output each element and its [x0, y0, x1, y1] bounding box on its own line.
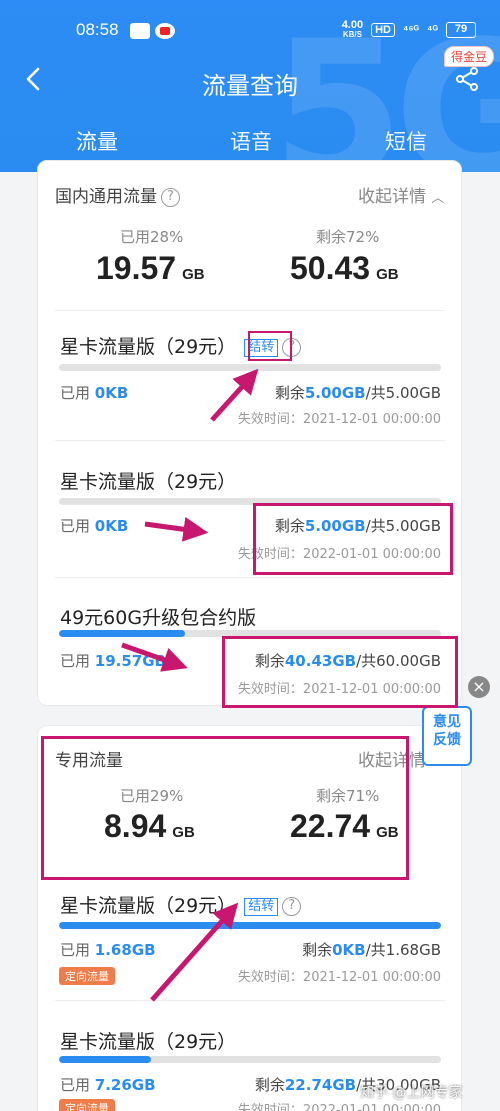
- annotation-arrows: [121, 368, 259, 1002]
- watermark: 知乎 @上网专家: [360, 1085, 463, 1101]
- arrow-icon: [121, 642, 188, 672]
- arrow-icon: [144, 516, 209, 542]
- arrow-icon: [210, 368, 259, 422]
- arrow-icon: [150, 902, 239, 1002]
